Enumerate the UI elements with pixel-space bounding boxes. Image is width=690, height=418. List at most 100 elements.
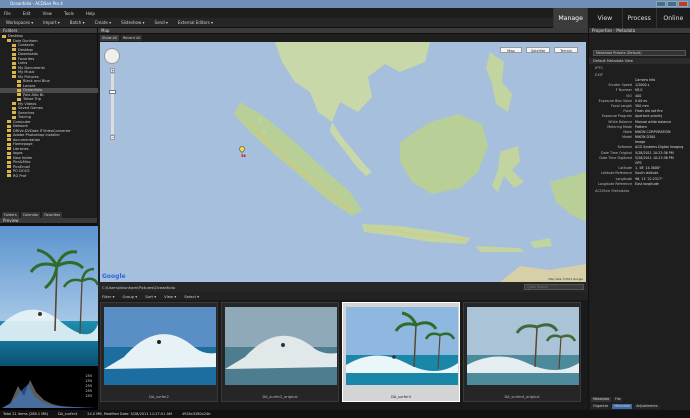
file-list-toolbar: Filter ▾ Group ▾ Sort ▾ View ▾ Select ▾ [98, 292, 588, 300]
histogram-values: 255 255 255 255 255 [85, 374, 92, 398]
folder-tree-item[interactable]: RG Prof [0, 174, 98, 179]
folder-label: Black and Blue [23, 79, 50, 83]
folder-label: My Music [18, 70, 35, 74]
properties-bottom-tabs: Organize Metadata Adjustments [591, 404, 660, 409]
mode-view[interactable]: View [587, 8, 621, 28]
external-editors-menu[interactable]: External Editors ▾ [178, 20, 213, 25]
folder-label: documentation [13, 137, 41, 142]
map-type-terrain-button[interactable]: Terrain [554, 47, 578, 53]
tab-file[interactable]: File [613, 397, 623, 402]
folder-icon [12, 48, 16, 51]
menu-help[interactable]: Help [86, 11, 95, 16]
metadata-preset-select[interactable]: Metadata Presets (Default) [593, 50, 686, 56]
preview-pane: Preview 255 255 255 255 255 [0, 218, 98, 410]
send-menu[interactable]: Send ▾ [155, 20, 168, 25]
section-iptc[interactable]: IPTC [589, 64, 690, 71]
folder-label: PO DOCS [13, 169, 30, 173]
folder-label: Tahoe Trip [23, 97, 42, 101]
maximize-button[interactable] [667, 1, 677, 7]
map-tab-recent[interactable]: Recent All [120, 35, 143, 41]
folder-label: My Documents [18, 65, 45, 70]
section-acdsee-metadata[interactable]: ACDSee Metadata [589, 187, 690, 194]
thumbnail[interactable]: DA_surfer2 [100, 302, 218, 402]
map-tabs: Show All Recent All [100, 35, 143, 41]
folder-icon [17, 97, 21, 101]
folder-label: DRiVe.DVDate ITVideoConverter [13, 128, 71, 133]
thumbnail-label: DA_surfer2 [149, 395, 169, 399]
map-type-satellite-button[interactable]: Satellite [526, 47, 550, 53]
folder-icon [12, 115, 16, 119]
tab-organize[interactable]: Organize [591, 404, 611, 409]
menu-tools[interactable]: Tools [64, 11, 74, 16]
status-dimensions: 4928x3280x24b [181, 412, 211, 416]
slideshow-menu[interactable]: Slideshow ▾ [121, 20, 144, 25]
thumbnail[interactable]: DA_surfer2_original [221, 302, 339, 402]
map-canvas[interactable] [100, 42, 586, 282]
import-menu[interactable]: Import ▾ [43, 20, 60, 25]
mode-online[interactable]: Online [655, 8, 690, 28]
filter-menu[interactable]: Filter ▾ [102, 294, 115, 299]
properties-header: Properties - Metadata [589, 28, 690, 34]
thumbnail-selected[interactable]: DA_surfer4 [342, 302, 460, 402]
zoom-slider-track[interactable] [111, 74, 114, 134]
tab-metadata-bottom[interactable]: Metadata [612, 404, 633, 409]
folder-icon [12, 70, 16, 74]
menu-view[interactable]: View [42, 11, 52, 16]
folder-icon [7, 133, 11, 137]
section-exif[interactable]: EXIF [589, 71, 690, 78]
folder-path[interactable]: C:\Users\ddunham\Pictures\Oceanfolio [102, 285, 175, 290]
metadata-value[interactable]: East longitude [635, 182, 659, 187]
group-menu[interactable]: Group ▾ [123, 294, 138, 299]
quick-search-input[interactable] [524, 284, 584, 290]
window-title: Oceanfolio - ACDSee Pro 4 [10, 1, 63, 6]
mode-manage[interactable]: Manage [553, 8, 588, 28]
status-bar: Total 21 items (286.1 MB) DA_surfer4 24.… [0, 410, 690, 418]
pan-control[interactable] [104, 48, 120, 64]
create-menu[interactable]: Create ▾ [95, 20, 112, 25]
thumbnail-image [467, 307, 579, 385]
folder-icon [12, 102, 16, 105]
folder-icon [17, 93, 21, 96]
map-view[interactable]: + − 58 Google Map data ©2011 Google [100, 42, 586, 282]
folder-label: Saved Games [18, 106, 43, 110]
preview-header: Preview [0, 218, 97, 224]
exif-list: Camera Info Shutter Speed 1/2000 sF Number… [589, 78, 690, 187]
workspaces-menu[interactable]: Workspaces ▾ [6, 20, 33, 25]
mode-process[interactable]: Process [621, 8, 656, 28]
folder-icon [7, 169, 11, 173]
folder-label: Network [13, 124, 29, 128]
folder-label: Libraries [13, 146, 29, 151]
folder-label: Homepage [13, 142, 33, 146]
zoom-out-button[interactable]: − [110, 135, 115, 140]
map-type-map-button[interactable]: Map [500, 47, 522, 53]
thumbnail[interactable]: DA_surfer4_original [463, 302, 581, 402]
folder-label: Downloads [18, 52, 38, 56]
close-button[interactable] [678, 1, 688, 7]
select-menu[interactable]: Select ▾ [184, 294, 199, 299]
menu-edit[interactable]: Edit [23, 11, 31, 16]
tab-adjustments[interactable]: Adjustments [634, 404, 660, 409]
thumbnail-image [346, 307, 458, 385]
map-tab-show-all[interactable]: Show All [100, 35, 119, 41]
folder-label: Links [18, 61, 28, 65]
folder-icon [7, 138, 11, 141]
folder-icon [12, 57, 16, 60]
batch-menu[interactable]: Batch ▾ [70, 20, 85, 25]
minimize-button[interactable] [656, 1, 666, 7]
path-bar: C:\Users\ddunham\Pictures\Oceanfolio [98, 282, 588, 292]
folder-label: New folder [13, 155, 33, 160]
zoom-in-button[interactable]: + [110, 68, 115, 73]
folder-icon [7, 120, 11, 123]
folder-icon [7, 174, 11, 177]
folder-label: My Pictures [18, 74, 39, 79]
folder-label: PicsEmail [13, 164, 30, 169]
sort-menu[interactable]: Sort ▾ [145, 294, 156, 299]
folder-label: Searches [18, 110, 35, 115]
folder-icon [12, 106, 16, 110]
status-file-info: 24.0 MB, Modified Date: 5/28/2011 11:27:… [87, 412, 172, 416]
zoom-slider-handle[interactable] [109, 90, 116, 94]
menu-file[interactable]: File [4, 11, 11, 16]
tab-metadata[interactable]: Metadata [591, 397, 612, 402]
folder-icon [12, 75, 16, 78]
view-menu[interactable]: View ▾ [164, 294, 176, 299]
